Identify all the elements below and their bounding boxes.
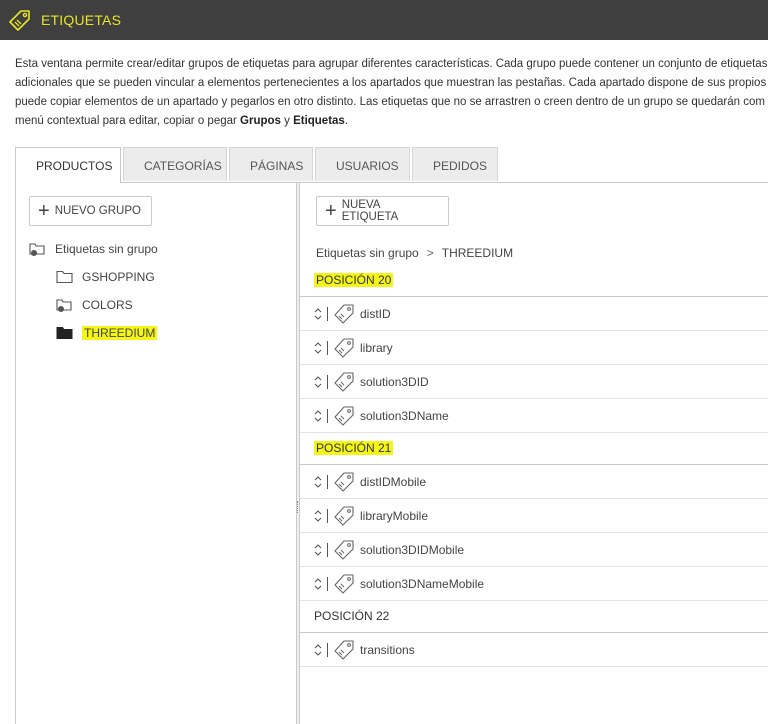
window-title: ETIQUETAS	[41, 12, 122, 28]
tag-icon	[332, 539, 354, 560]
section-label: POSICIÓN 20	[314, 273, 394, 287]
description-line: puede copiar elementos de un apartado y …	[15, 96, 765, 108]
tag-name: transitions	[360, 642, 415, 657]
tag-name: solution3DID	[360, 374, 429, 389]
new-group-button[interactable]: + NUEVO GRUPO	[29, 196, 152, 226]
tag-row[interactable]: transitions	[300, 633, 768, 667]
tag-icon	[332, 371, 354, 392]
tree-item-gshopping[interactable]: GSHOPPING	[56, 268, 155, 286]
tab-productos[interactable]: PRODUCTOS	[15, 147, 121, 183]
description-line: Esta ventana permite crear/editar grupos…	[15, 58, 768, 70]
new-tag-button[interactable]: + NUEVA ETIQUETA	[316, 196, 449, 226]
tag-row[interactable]: distIDMobile	[300, 465, 768, 499]
tree-item-root[interactable]: Etiquetas sin grupo	[29, 240, 158, 258]
description-line: adicionales que se pueden vincular a ele…	[15, 77, 768, 89]
tab-pedidos[interactable]: PEDIDOS	[412, 147, 498, 181]
tag-row[interactable]: solution3DNameMobile	[300, 567, 768, 601]
sort-handle-icon[interactable]	[314, 409, 324, 423]
sort-handle-icon[interactable]	[314, 475, 324, 489]
tag-row[interactable]: library	[300, 331, 768, 365]
tab-divider	[121, 182, 768, 183]
tag-row[interactable]: solution3DIDMobile	[300, 533, 768, 567]
folder-filled-icon	[56, 326, 74, 340]
row-divider	[327, 576, 328, 591]
tag-name: distID	[360, 306, 391, 321]
breadcrumb-separator: >	[426, 246, 434, 260]
row-divider	[327, 374, 328, 389]
position-section: POSICIÓN 22	[300, 601, 768, 633]
tag-icon	[332, 471, 354, 492]
section-label: POSICIÓN 21	[314, 441, 394, 455]
tag-name: library	[360, 340, 393, 355]
tag-name: distIDMobile	[360, 474, 427, 489]
tree-item-label: THREEDIUM	[82, 326, 158, 340]
folder-tag-icon	[56, 298, 74, 312]
tag-row[interactable]: libraryMobile	[300, 499, 768, 533]
row-divider	[327, 408, 328, 423]
folder-tag-icon	[29, 242, 47, 256]
row-divider	[327, 542, 328, 557]
breadcrumb: Etiquetas sin grupo > THREEDIUM	[316, 246, 513, 260]
tab-bar: PRODUCTOS CATEGORÍAS PÁGINAS USUARIOS PE…	[15, 147, 500, 183]
plus-icon: +	[325, 200, 337, 222]
tree-item-label: COLORS	[82, 298, 133, 312]
tag-icon	[332, 303, 354, 324]
row-divider	[327, 306, 328, 321]
tab-paginas[interactable]: PÁGINAS	[229, 147, 313, 181]
tag-row[interactable]: distID	[300, 297, 768, 331]
new-tag-label: NUEVA ETIQUETA	[341, 199, 399, 223]
plus-icon: +	[38, 200, 50, 222]
description-line: menú contextual para editar, copiar o pe…	[15, 115, 349, 127]
tag-icon	[332, 573, 354, 594]
row-divider	[327, 340, 328, 355]
tree-item-label: GSHOPPING	[82, 270, 155, 284]
description-text: Esta ventana permite crear/editar grupos…	[15, 55, 768, 131]
tag-row[interactable]: solution3DName	[300, 399, 768, 433]
tree-item-threedium[interactable]: THREEDIUM	[56, 324, 158, 342]
row-divider	[327, 508, 328, 523]
sort-handle-icon[interactable]	[314, 341, 324, 355]
new-group-label: NUEVO GRUPO	[54, 205, 141, 217]
tag-icon	[8, 8, 32, 32]
folder-icon	[56, 270, 74, 284]
position-section: POSICIÓN 20	[300, 265, 768, 297]
sort-handle-icon[interactable]	[314, 307, 324, 321]
position-section: POSICIÓN 21	[300, 433, 768, 465]
sort-handle-icon[interactable]	[314, 509, 324, 523]
tag-name: libraryMobile	[360, 508, 429, 523]
tag-name: solution3DName	[360, 408, 449, 423]
sort-handle-icon[interactable]	[314, 577, 324, 591]
tag-icon	[332, 405, 354, 426]
tag-name: solution3DNameMobile	[360, 576, 485, 591]
tag-icon	[332, 337, 354, 358]
row-divider	[327, 642, 328, 657]
tree-item-colors[interactable]: COLORS	[56, 296, 133, 314]
breadcrumb-root[interactable]: Etiquetas sin grupo	[316, 246, 419, 260]
tree-item-label: Etiquetas sin grupo	[55, 242, 158, 256]
sort-handle-icon[interactable]	[314, 643, 324, 657]
tab-categorias[interactable]: CATEGORÍAS	[123, 147, 227, 181]
sort-handle-icon[interactable]	[314, 543, 324, 557]
tag-name: solution3DIDMobile	[360, 542, 465, 557]
row-divider	[327, 474, 328, 489]
panel-border	[15, 182, 16, 724]
tag-icon	[332, 505, 354, 526]
title-bar: ETIQUETAS	[0, 0, 768, 40]
breadcrumb-current: THREEDIUM	[441, 246, 514, 260]
tab-usuarios[interactable]: USUARIOS	[315, 147, 410, 181]
tag-icon	[332, 639, 354, 660]
tag-row[interactable]: solution3DID	[300, 365, 768, 399]
section-label: POSICIÓN 22	[314, 609, 390, 623]
sort-handle-icon[interactable]	[314, 375, 324, 389]
